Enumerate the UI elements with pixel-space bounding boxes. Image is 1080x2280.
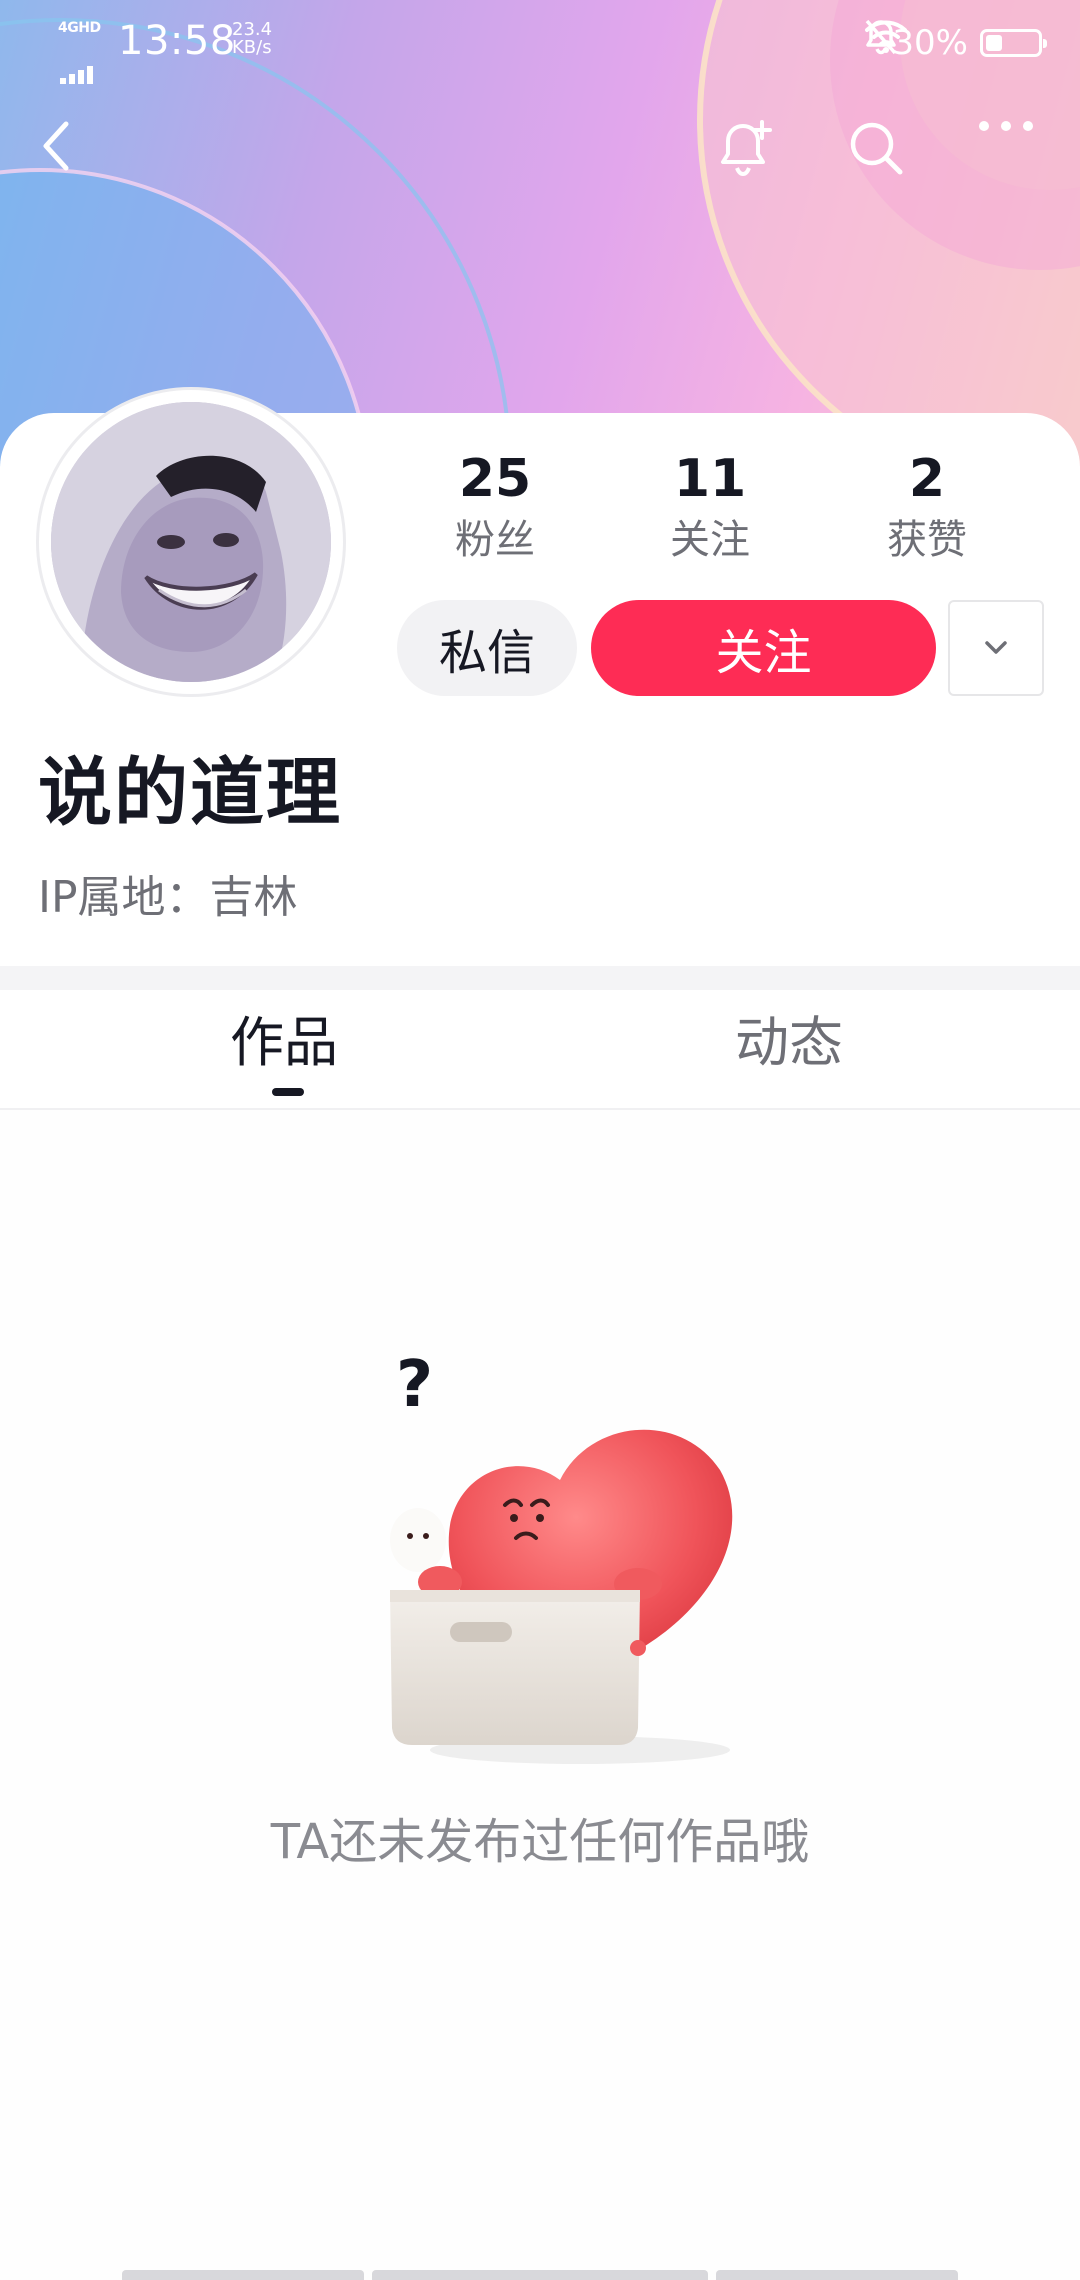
- avatar[interactable]: [36, 387, 346, 697]
- bottom-edge-segment: [122, 2270, 364, 2280]
- likes-count: 2: [908, 449, 946, 509]
- follow-button[interactable]: 关注: [591, 600, 936, 696]
- tab-works[interactable]: 作品: [230, 1008, 338, 1078]
- ip-location: IP属地：吉林: [38, 872, 298, 923]
- likes-label: 获赞: [887, 517, 967, 563]
- fans-label: 粉丝: [455, 517, 535, 563]
- profile-stats: 25 粉丝 11 关注 2 获赞: [395, 448, 1045, 578]
- active-tab-indicator: [272, 1088, 304, 1096]
- likes-stat[interactable]: 2 获赞: [827, 448, 1027, 566]
- status-bar: 4GHD 13:58 23.4 KB/s 30%: [0, 0, 1080, 84]
- heart-box-icon: ?: [390, 1348, 733, 1764]
- search-button[interactable]: [846, 118, 916, 188]
- empty-state-illustration: ?: [380, 1348, 760, 1770]
- profile-nickname: 说的道理: [38, 750, 342, 836]
- profile-tabs: 作品 动态: [0, 990, 1080, 1110]
- following-count: 11: [673, 449, 747, 509]
- section-divider: [0, 966, 1080, 990]
- avatar-image: [51, 402, 331, 682]
- message-button[interactable]: 私信: [397, 600, 577, 696]
- network-speed: 23.4 KB/s: [232, 21, 272, 57]
- network-speed-unit: KB/s: [232, 37, 272, 58]
- bell-plus-icon: [721, 120, 772, 177]
- back-icon: [43, 121, 69, 171]
- empty-state-text: TA还未发布过任何作品哦: [270, 1814, 810, 1870]
- tab-dynamic[interactable]: 动态: [735, 1008, 843, 1078]
- status-time: 13:58: [118, 18, 236, 64]
- cellular-signal-icon: 4GHD: [58, 20, 106, 84]
- search-icon: [850, 122, 903, 175]
- following-label: 关注: [670, 517, 750, 563]
- chevron-down-icon: [985, 641, 1007, 654]
- recommend-dropdown-button[interactable]: [948, 600, 1044, 696]
- battery-icon: [980, 29, 1047, 57]
- fans-count: 25: [458, 449, 532, 509]
- avatar-face-image: [51, 402, 331, 682]
- bottom-edge-segment: [372, 2270, 708, 2280]
- fans-stat[interactable]: 25 粉丝: [395, 448, 595, 566]
- notification-subscribe-button[interactable]: [716, 118, 786, 188]
- back-button[interactable]: [36, 118, 106, 188]
- network-type: 4GHD: [58, 20, 101, 36]
- following-stat[interactable]: 11 关注: [610, 448, 810, 566]
- more-options-button[interactable]: [978, 118, 1048, 188]
- more-icon: [979, 121, 1033, 131]
- bottom-edge-segment: [716, 2270, 958, 2280]
- svg-text:?: ?: [396, 1350, 433, 1422]
